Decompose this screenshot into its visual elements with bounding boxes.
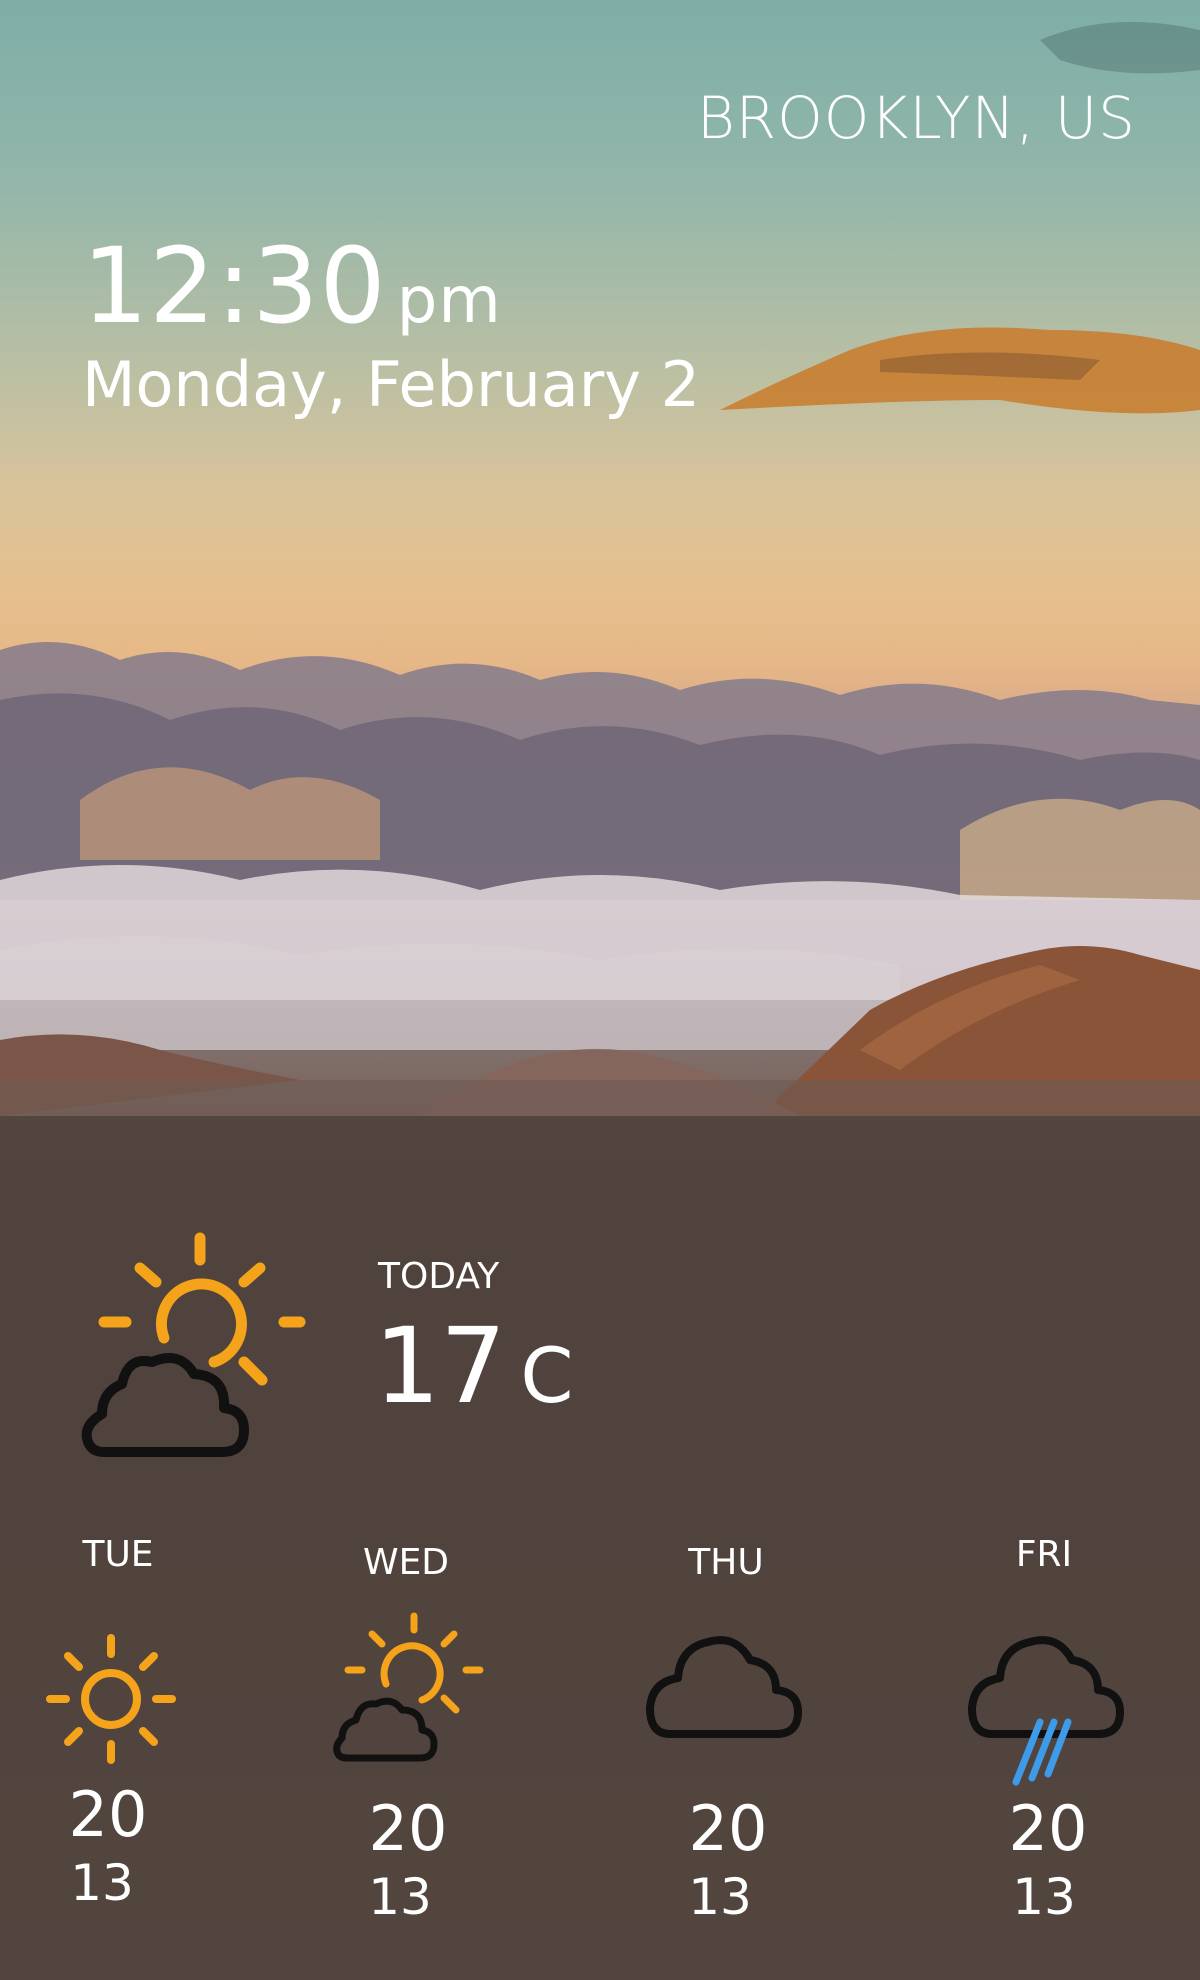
forecast-high-fri: 20 (1008, 1792, 1088, 1865)
weather-screen: BROOKLYN, US 12:30 pm Monday, February 2 … (0, 0, 1200, 1980)
cloud-icon (646, 1636, 802, 1738)
forecast-high-thu: 20 (688, 1792, 768, 1865)
forecast-day-fri: FRI (1015, 1534, 1073, 1575)
landscape-illustration (0, 22, 1200, 1116)
today-temperature: 17 C (374, 1314, 573, 1418)
forecast-low-tue: 13 (70, 1854, 134, 1912)
location-label[interactable]: BROOKLYN, US (697, 84, 1136, 152)
current-date: Monday, February 2 (82, 348, 701, 421)
forecast-low-thu: 13 (688, 1868, 752, 1926)
sun-icon (46, 1634, 176, 1764)
forecast-day-wed: WED (362, 1542, 450, 1583)
partly-cloudy-icon (81, 1232, 306, 1457)
today-temp-value: 17 (374, 1305, 507, 1427)
forecast-high-tue: 20 (68, 1778, 148, 1851)
today-label: TODAY (378, 1256, 500, 1297)
time-ampm: pm (396, 264, 502, 338)
today-temp-unit: C (520, 1331, 574, 1420)
forecast-day-tue: TUE (82, 1534, 154, 1575)
forecast-high-wed: 20 (368, 1792, 448, 1865)
partly-cloudy-icon (333, 1612, 484, 1762)
forecast-low-fri: 13 (1012, 1868, 1076, 1926)
forecast-day-thu: THU (688, 1542, 764, 1583)
current-time: 12:30 pm (82, 234, 502, 338)
forecast-low-wed: 13 (368, 1868, 432, 1926)
time-value: 12:30 (82, 225, 387, 347)
rain-icon (968, 1636, 1124, 1786)
